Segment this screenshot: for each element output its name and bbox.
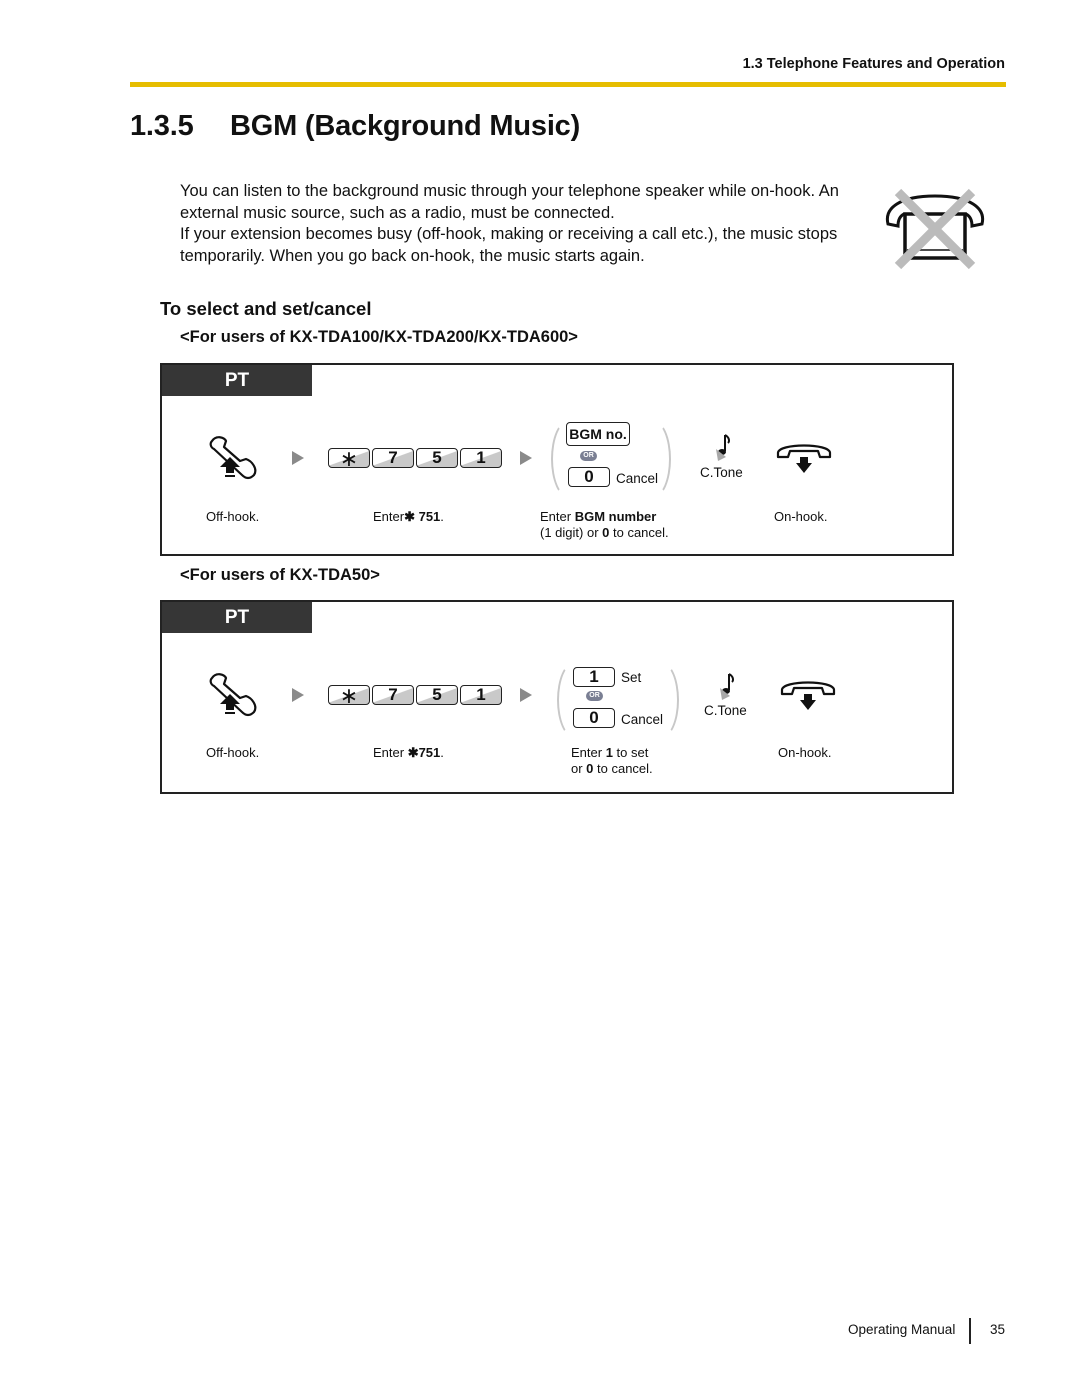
intro-text: You can listen to the background music t… [180, 181, 880, 267]
caption-select-prefix: Enter [571, 745, 606, 760]
set-key-1: 1 [573, 667, 615, 687]
caption-code: ✱ 751 [404, 509, 441, 524]
caption-enter-code: Enter ✱751. [373, 745, 444, 761]
step-arrow-icon [520, 451, 532, 465]
off-hook-handset-icon [206, 435, 266, 492]
key-1: 1 [460, 448, 502, 468]
caption-select-line2-suffix: to cancel. [593, 761, 653, 776]
set-label: Set [621, 670, 642, 685]
cancel-label: Cancel [616, 471, 659, 486]
procedure-heading: To select and set/cancel [160, 298, 372, 319]
caption-select-line2-suffix: to cancel. [609, 525, 669, 540]
page-number: 35 [990, 1322, 1006, 1337]
for-users-heading-1: <For users of KX-TDA100/KX-TDA200/KX-TDA… [180, 328, 578, 346]
caption-select-line2: (1 digit) or [540, 525, 603, 540]
key-7: 7 [372, 685, 414, 705]
key-5: 5 [416, 685, 458, 705]
feature-code-keys: ∗ 7 5 1 [328, 685, 502, 707]
procedure-box-1: PT ∗ 7 5 1 BGM no. OR 0 Cancel C.Tone Of… [160, 363, 954, 556]
caption-enter-prefix: Enter [373, 509, 405, 524]
key-7: 7 [372, 448, 414, 468]
running-header: 1.3 Telephone Features and Operation [742, 56, 1005, 72]
step-arrow-icon [520, 688, 532, 702]
caption-on-hook: On-hook. [778, 745, 832, 760]
caption-select: Enter 1 to set or 0 to cancel. [571, 745, 653, 777]
pt-tab: PT [162, 365, 312, 396]
caption-suffix: . [440, 745, 444, 760]
caption-on-hook: On-hook. [774, 509, 828, 524]
c-tone-label: C.Tone [704, 703, 747, 718]
step-arrow-icon [292, 451, 304, 465]
confirmation-tone-note-icon [718, 672, 738, 707]
on-hook-handset-icon [778, 676, 838, 721]
caption-select-bold: 1 [605, 745, 613, 760]
caption-off-hook: Off-hook. [206, 509, 260, 524]
bgm-number-key: BGM no. [566, 422, 630, 446]
footer-manual-name: Operating Manual [848, 1322, 956, 1337]
c-tone-label: C.Tone [700, 465, 743, 480]
or-badge: OR [580, 451, 597, 461]
section-title: 1.3.5 BGM (Background Music) [130, 110, 580, 143]
cancel-key-0: 0 [568, 467, 610, 487]
caption-enter-code: Enter✱ 751. [373, 509, 444, 525]
off-hook-handset-icon [206, 672, 266, 729]
or-badge: OR [586, 691, 603, 701]
section-title-text: BGM (Background Music) [230, 110, 581, 142]
pt-tab: PT [162, 602, 312, 633]
feature-code-keys: ∗ 7 5 1 [328, 448, 502, 470]
procedure-box-2: PT ∗ 7 5 1 1 Set OR 0 Cancel C.Tone Off-… [160, 600, 954, 794]
caption-select: Enter BGM number (1 digit) or 0 to cance… [540, 509, 669, 541]
caption-select-line2: or [571, 761, 587, 776]
intro-paragraph-1: You can listen to the background music t… [180, 182, 839, 222]
cancel-key-0: 0 [573, 708, 615, 728]
caption-enter-prefix: Enter [373, 745, 408, 760]
header-rule [130, 82, 1006, 87]
confirmation-tone-note-icon [714, 433, 734, 468]
caption-select-prefix: Enter [540, 509, 575, 524]
intro-paragraph-2: If your extension becomes busy (off-hook… [180, 225, 838, 265]
key-star: ∗ [328, 685, 370, 707]
key-1: 1 [460, 685, 502, 705]
caption-select-suffix: to set [612, 745, 649, 760]
caption-suffix: . [440, 509, 444, 524]
caption-off-hook: Off-hook. [206, 745, 260, 760]
on-hook-handset-icon [774, 439, 834, 484]
section-number: 1.3.5 [130, 110, 194, 142]
caption-code: ✱751 [407, 745, 441, 760]
key-5: 5 [416, 448, 458, 468]
footer-divider [969, 1318, 971, 1344]
for-users-heading-2: <For users of KX-TDA50> [180, 566, 380, 584]
key-star: ∗ [328, 448, 370, 470]
step-arrow-icon [292, 688, 304, 702]
cancel-label: Cancel [621, 712, 664, 727]
caption-select-bold: BGM number [574, 509, 657, 524]
phone-crossed-out-icon [880, 186, 990, 272]
